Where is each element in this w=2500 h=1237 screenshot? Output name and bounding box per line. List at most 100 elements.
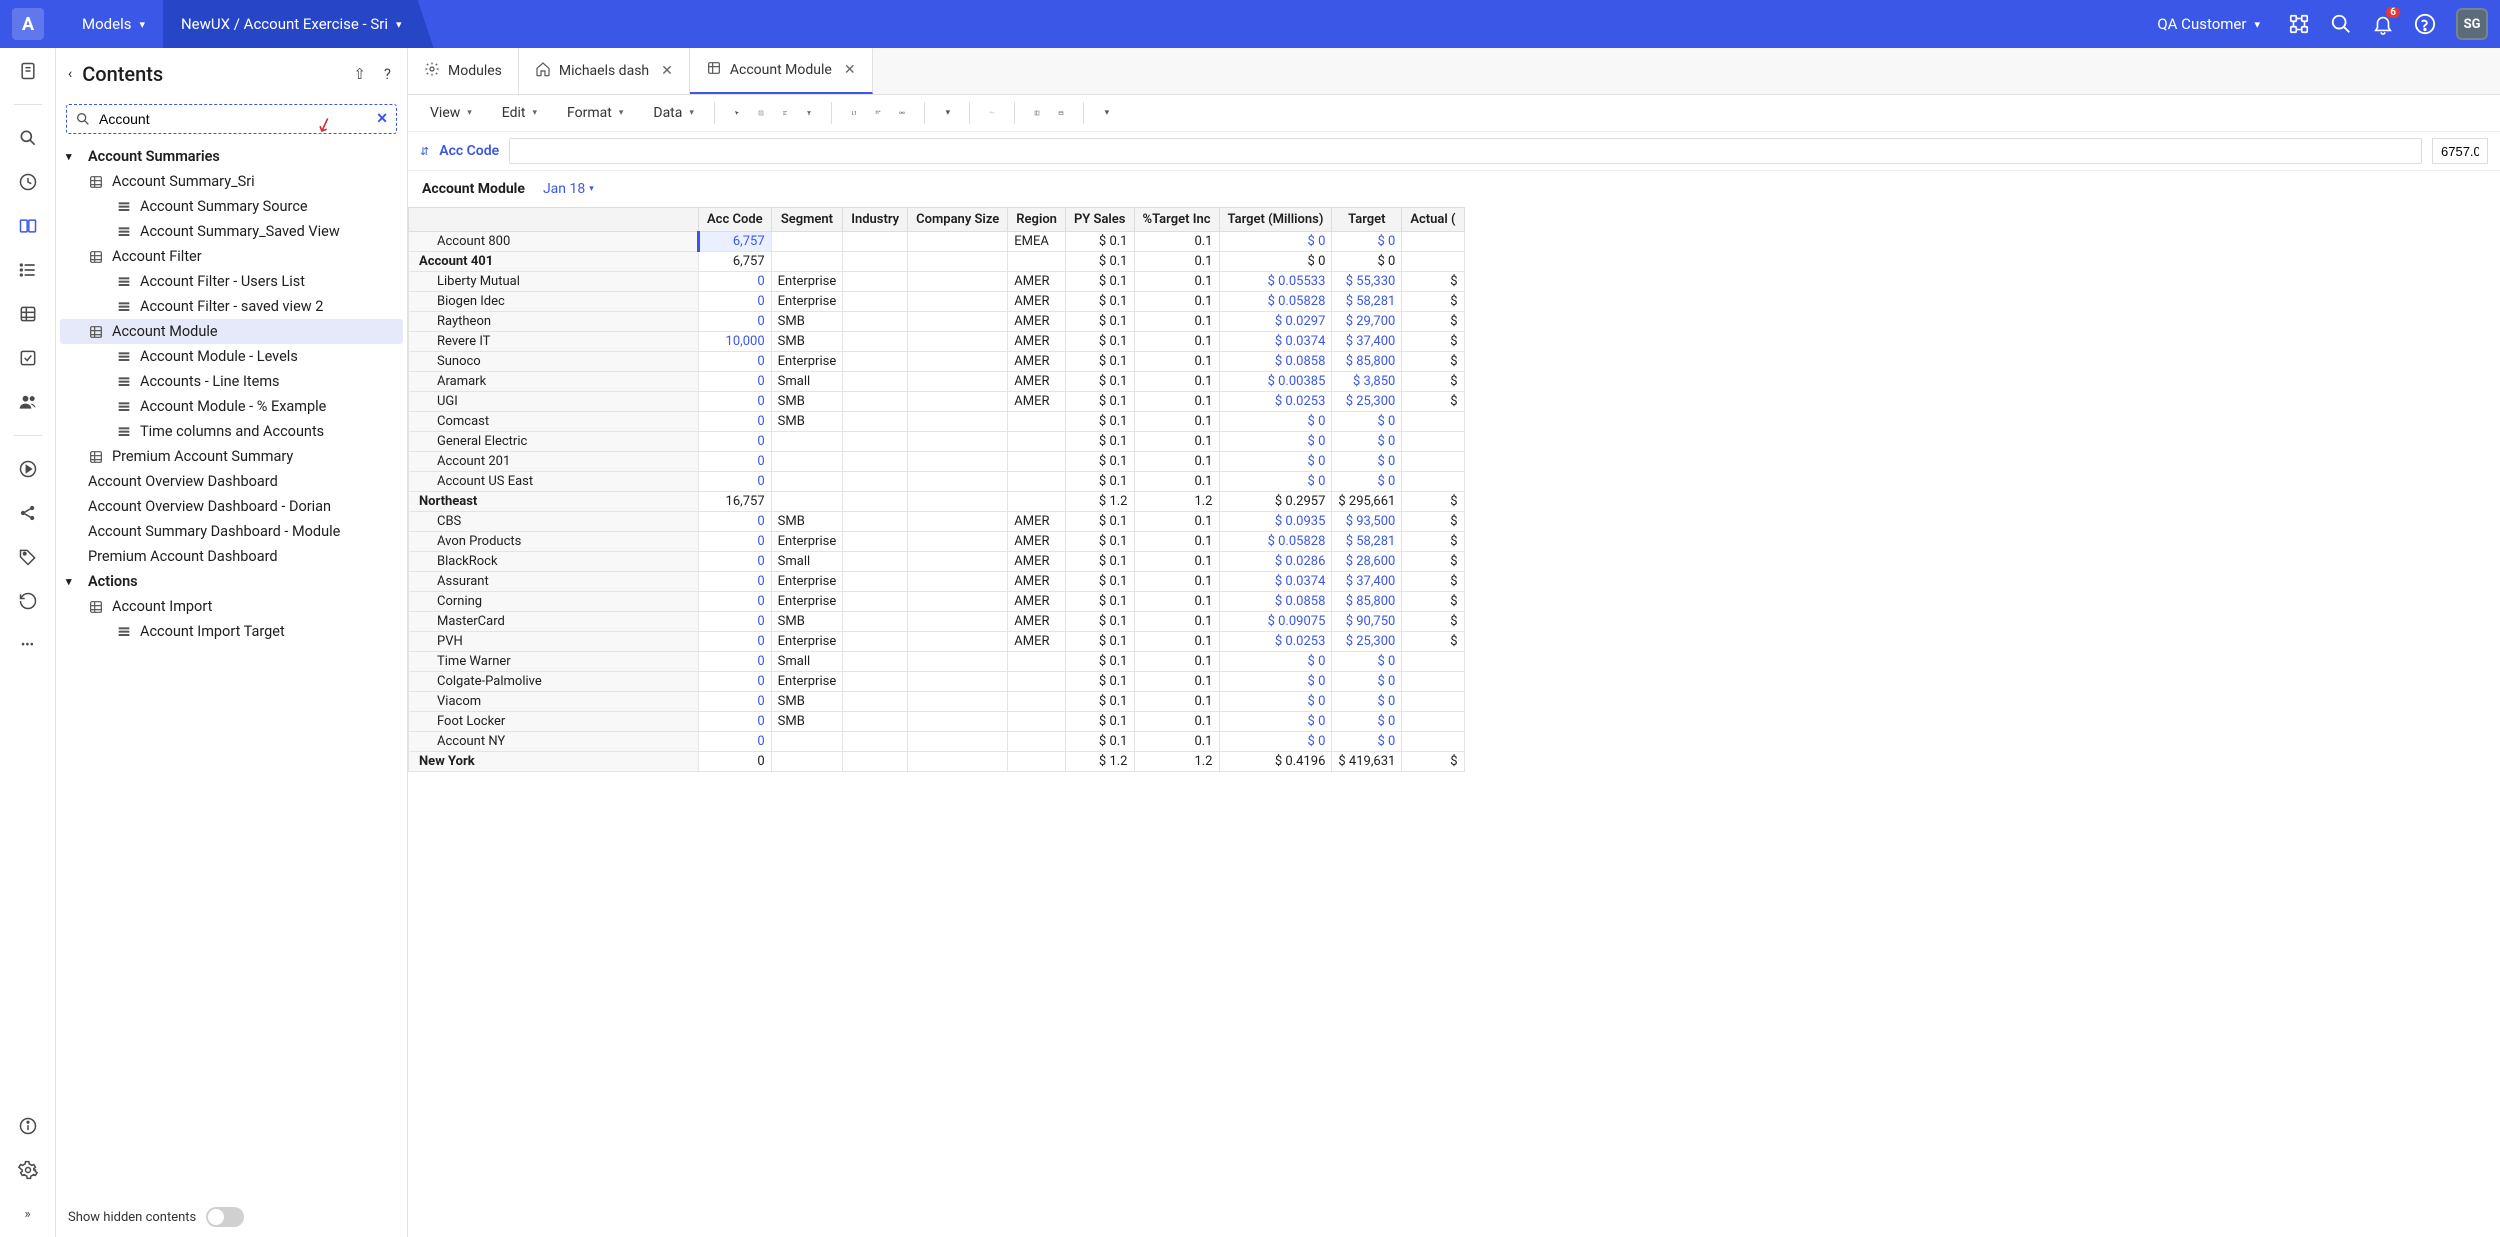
row-header[interactable]: Biogen Idec [409,292,699,312]
cell[interactable] [908,412,1008,432]
cell[interactable] [908,692,1008,712]
cell[interactable] [908,372,1008,392]
page-icon[interactable] [17,60,39,82]
row-header[interactable]: MasterCard [409,612,699,632]
cell[interactable] [908,732,1008,752]
cell[interactable] [1402,252,1464,272]
cell[interactable]: $ 0.1 [1065,472,1134,492]
home-icon[interactable]: ⇧ [349,65,370,83]
cell[interactable] [843,612,908,632]
cell[interactable] [908,592,1008,612]
cell[interactable]: $ 0 [1332,432,1402,452]
cell[interactable]: $ [1402,292,1464,312]
cell[interactable]: $ [1402,512,1464,532]
collapse-icon[interactable]: ⇵ [420,145,429,158]
cell[interactable]: $ 0.1 [1065,332,1134,352]
cell[interactable]: $ 3,850 [1332,372,1402,392]
formula-input[interactable] [509,138,2422,164]
cell[interactable]: $ 1.2 [1065,492,1134,512]
cell[interactable] [908,452,1008,472]
cell[interactable]: $ 419,631 [1332,752,1402,772]
cell[interactable] [1402,452,1464,472]
cell[interactable]: $ [1402,312,1464,332]
cell[interactable] [908,432,1008,452]
cell[interactable] [1402,412,1464,432]
cell[interactable] [1402,712,1464,732]
undo-icon[interactable] [982,103,1002,123]
help-icon[interactable]: ? [380,65,395,83]
cell[interactable]: $ [1402,552,1464,572]
cell[interactable]: $ 0.2957 [1219,492,1332,512]
column-header[interactable]: Target [1332,208,1402,232]
row-header[interactable]: Viacom [409,692,699,712]
cell[interactable] [1008,732,1066,752]
customer-dropdown[interactable]: QA Customer▾ [2149,0,2268,48]
cell[interactable]: $ 58,281 [1332,532,1402,552]
cell[interactable]: $ [1402,532,1464,552]
row-header[interactable]: Account 800 [409,232,699,252]
sort-icon[interactable] [844,103,864,123]
cell[interactable] [843,312,908,332]
cell[interactable]: $ 0 [1219,732,1332,752]
tree-item[interactable]: Account Module - % Example [60,394,403,419]
cell[interactable]: $ 0.1 [1065,572,1134,592]
cell[interactable]: SMB [771,692,843,712]
cell[interactable]: Enterprise [771,592,843,612]
freeze-icon[interactable] [1027,103,1047,123]
versions-icon[interactable] [17,215,39,237]
collapse-panel-icon[interactable]: ‹ [68,66,72,82]
cell[interactable]: $ 0 [1219,432,1332,452]
data-grid[interactable]: Acc CodeSegmentIndustryCompany SizeRegio… [408,207,1465,772]
cell[interactable]: 0 [699,632,772,652]
history-icon[interactable] [17,590,39,612]
cell[interactable]: $ 0 [1332,232,1402,252]
row-header[interactable]: Revere IT [409,332,699,352]
cell[interactable] [908,752,1008,772]
cell[interactable] [843,712,908,732]
cell[interactable]: EMEA [1008,232,1066,252]
cell[interactable] [1402,732,1464,752]
cell[interactable]: $ 0.1 [1065,312,1134,332]
tasks-icon[interactable] [17,347,39,369]
cell[interactable] [843,272,908,292]
column-header[interactable]: Acc Code [699,208,772,232]
cell[interactable] [1008,412,1066,432]
cell[interactable]: 0 [699,752,772,772]
cell[interactable]: SMB [771,412,843,432]
cell[interactable] [843,332,908,352]
cell[interactable]: $ 0.0935 [1219,512,1332,532]
cell[interactable] [843,572,908,592]
cell[interactable]: 6,757 [699,232,772,252]
cell[interactable]: $ 0.1 [1065,612,1134,632]
cell[interactable]: 0 [699,612,772,632]
cell[interactable] [771,232,843,252]
cell[interactable]: Enterprise [771,672,843,692]
cell[interactable]: AMER [1008,312,1066,332]
cell[interactable]: $ 0 [1332,412,1402,432]
cell[interactable]: AMER [1008,272,1066,292]
cell[interactable]: 0.1 [1134,412,1219,432]
cell[interactable] [1402,432,1464,452]
tab-modules[interactable]: Modules [408,48,519,94]
cell[interactable]: $ [1402,272,1464,292]
search-rail-icon[interactable] [17,127,39,149]
cell[interactable]: 0.1 [1134,372,1219,392]
cell[interactable] [908,472,1008,492]
cell[interactable]: 0 [699,712,772,732]
tree-item[interactable]: Premium Account Dashboard [60,544,403,569]
cell[interactable]: $ 0.1 [1065,392,1134,412]
cell[interactable]: 0 [699,432,772,452]
close-icon[interactable]: ✕ [657,63,673,79]
cell[interactable]: $ 0.1 [1065,652,1134,672]
cell[interactable] [1008,672,1066,692]
cell[interactable]: $ 0.0253 [1219,392,1332,412]
search-icon[interactable] [2330,13,2352,35]
cell[interactable]: 1.2 [1134,492,1219,512]
cell[interactable] [843,732,908,752]
cell[interactable]: $ 0 [1332,712,1402,732]
cell[interactable]: $ 25,300 [1332,632,1402,652]
cell[interactable]: $ 0.1 [1065,372,1134,392]
cell[interactable]: SMB [771,332,843,352]
cell[interactable] [1008,752,1066,772]
cell[interactable]: 0.1 [1134,612,1219,632]
